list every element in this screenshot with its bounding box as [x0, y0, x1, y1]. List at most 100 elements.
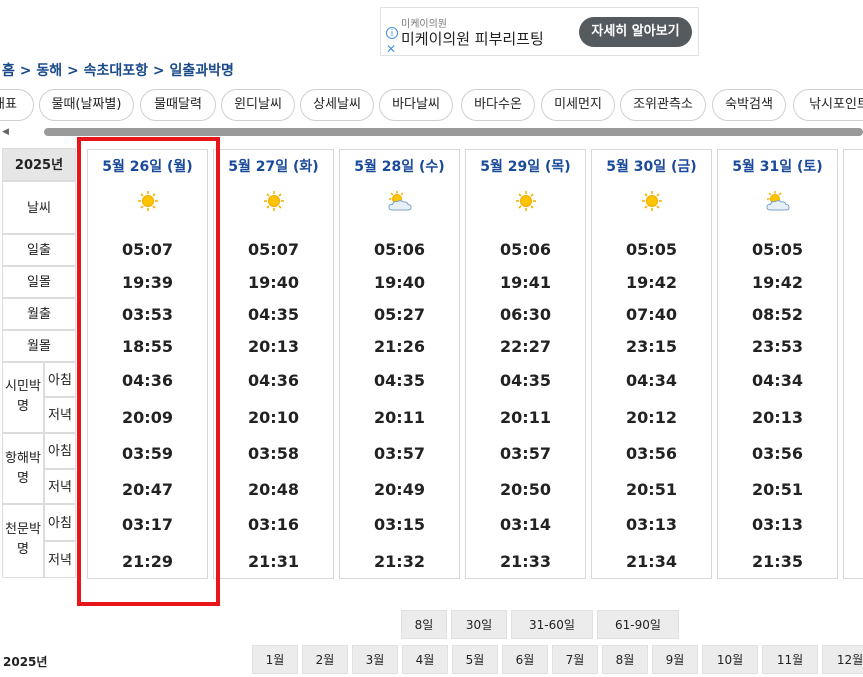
nav-tab-windy[interactable]: 윈디날씨	[221, 89, 295, 121]
time-naut-pm: 20:50	[500, 480, 551, 499]
scroll-left-arrow-icon[interactable]: ◀	[2, 127, 9, 137]
range-61-90-button[interactable]: 61-90일	[597, 610, 679, 639]
nav-tab-tide-calendar[interactable]: 물때달력	[140, 89, 216, 121]
time-sunrise: 05:07	[248, 240, 299, 259]
month-button[interactable]: 11월	[762, 645, 818, 674]
time-astro-am: 03:15	[374, 515, 425, 534]
month-button[interactable]: 7월	[552, 645, 598, 674]
time-civil-am: 04:34	[626, 371, 677, 390]
breadcrumb[interactable]: 홈 > 동해 > 속초대포항 > 일출과박명	[2, 60, 234, 80]
nav-tab-tide-by-date[interactable]: 물때(날짜별)	[39, 89, 134, 121]
nav-tabs: 대표 물때(날짜별) 물때달력 윈디날씨 상세날씨 바다날씨 바다수온 미세먼지…	[0, 89, 863, 121]
time-civil-pm: 20:13	[752, 408, 803, 427]
time-moonrise: 04:35	[248, 305, 299, 324]
time-sunrise: 05:06	[500, 240, 551, 259]
time-moonrise: 08:52	[752, 305, 803, 324]
bottom-year-label: 2025년	[3, 655, 48, 669]
time-sunrise: 05:06	[374, 240, 425, 259]
nav-tab-lodging[interactable]: 숙박검색	[712, 89, 786, 121]
time-civil-am: 04:35	[500, 371, 551, 390]
time-civil-pm: 20:12	[626, 408, 677, 427]
month-button[interactable]: 2월	[302, 645, 348, 674]
month-button[interactable]: 8월	[602, 645, 648, 674]
day-card: 5월 30일 (금) 05:05 19:42 07:40 23:15 04:34 20:12…	[591, 149, 712, 579]
row-label-nautical-evening: 저녁	[44, 469, 76, 504]
day-date: 5월 31일 (토)	[732, 159, 823, 175]
nav-tab-sea-weather[interactable]: 바다날씨	[379, 89, 453, 121]
time-naut-am: 03:56	[752, 444, 803, 463]
time-civil-pm: 20:11	[500, 408, 551, 427]
month-button[interactable]: 9월	[652, 645, 698, 674]
month-button[interactable]: 1월	[252, 645, 298, 674]
day-date: 5월 30일 (금)	[606, 159, 697, 175]
day-card: 5월 28일 (수) 05:06 19:40 05:27 21:26 04:35 20:11…	[339, 149, 460, 579]
ad-info-icon[interactable]: i	[386, 27, 398, 39]
day-card: 5월 27일 (화) 05:07 19:40 04:35 20:13 04:36 20:10…	[213, 149, 334, 579]
ad-close-icon[interactable]: ✕	[386, 42, 396, 56]
partly-cloudy-icon	[718, 190, 837, 220]
ad-banner[interactable]: i ✕ 미케이의원 미케이의원 피부리프팅 자세히 알아보기	[380, 7, 699, 56]
horizontal-scrollbar[interactable]	[44, 128, 863, 136]
year-header: 2025년	[2, 148, 76, 181]
time-astro-pm: 21:32	[374, 552, 425, 571]
row-label-civil-morning: 아침	[44, 362, 76, 397]
time-naut-am: 03:57	[374, 444, 425, 463]
ad-cta-button[interactable]: 자세히 알아보기	[579, 17, 692, 47]
time-civil-am: 04:36	[248, 371, 299, 390]
time-sunset: 19:42	[752, 273, 803, 292]
month-button[interactable]: 5월	[452, 645, 498, 674]
time-moonset: 23:15	[626, 337, 677, 356]
nav-tab-fishing-point[interactable]: 낚시포인트	[793, 89, 863, 121]
time-astro-am: 03:13	[626, 515, 677, 534]
range-30days-button[interactable]: 30일	[451, 610, 507, 639]
month-button[interactable]: 6월	[502, 645, 548, 674]
time-sunset: 19:42	[626, 273, 677, 292]
time-astro-pm: 21:33	[500, 552, 551, 571]
month-button[interactable]: 12월	[822, 645, 863, 674]
month-button[interactable]: 3월	[352, 645, 398, 674]
time-sunrise: 05:05	[752, 240, 803, 259]
nav-tab-main[interactable]: 대표	[0, 89, 34, 121]
row-label-nautical-twilight: 항해박명	[2, 433, 44, 504]
sunny-icon	[214, 190, 333, 220]
day-date: 5월 27일 (화)	[228, 159, 319, 175]
time-sunset: 19:41	[500, 273, 551, 292]
nav-tab-detailed-weather[interactable]: 상세날씨	[300, 89, 374, 121]
row-label-astro-twilight: 천문박명	[2, 504, 44, 578]
time-civil-pm: 20:10	[248, 408, 299, 427]
range-8days-button[interactable]: 8일	[401, 610, 447, 639]
time-naut-pm: 20:48	[248, 480, 299, 499]
row-label-sunrise: 일출	[2, 234, 76, 266]
day-card-partial	[843, 149, 863, 579]
month-button[interactable]: 10월	[702, 645, 758, 674]
time-naut-pm: 20:51	[626, 480, 677, 499]
highlight-box	[77, 137, 220, 606]
time-civil-pm: 20:11	[374, 408, 425, 427]
time-sunset: 19:40	[374, 273, 425, 292]
day-card: 5월 31일 (토) 05:05 19:42 08:52 23:53 04:34 20:13…	[717, 149, 838, 579]
time-moonrise: 07:40	[626, 305, 677, 324]
time-astro-am: 03:14	[500, 515, 551, 534]
time-naut-pm: 20:49	[374, 480, 425, 499]
time-astro-pm: 21:35	[752, 552, 803, 571]
time-naut-am: 03:57	[500, 444, 551, 463]
nav-tab-sea-temp[interactable]: 바다수온	[461, 89, 535, 121]
row-label-weather: 날씨	[2, 181, 76, 234]
time-moonrise: 05:27	[374, 305, 425, 324]
time-moonset: 22:27	[500, 337, 551, 356]
time-astro-pm: 21:31	[248, 552, 299, 571]
ad-title[interactable]: 미케이의원 피부리프팅	[401, 28, 544, 49]
month-button[interactable]: 4월	[402, 645, 448, 674]
day-card: 5월 29일 (목) 05:06 19:41 06:30 22:27 04:35 20:11…	[465, 149, 586, 579]
time-naut-am: 03:56	[626, 444, 677, 463]
nav-tab-tide-station[interactable]: 조위관측소	[620, 89, 706, 121]
time-sunrise: 05:05	[626, 240, 677, 259]
day-date: 5월 28일 (수)	[354, 159, 445, 175]
time-naut-pm: 20:51	[752, 480, 803, 499]
time-astro-pm: 21:34	[626, 552, 677, 571]
partly-cloudy-icon	[340, 190, 459, 220]
range-31-60-button[interactable]: 31-60일	[511, 610, 593, 639]
nav-tab-fine-dust[interactable]: 미세먼지	[541, 89, 615, 121]
row-label-moonrise: 월출	[2, 298, 76, 330]
row-label-nautical-morning: 아침	[44, 433, 76, 469]
